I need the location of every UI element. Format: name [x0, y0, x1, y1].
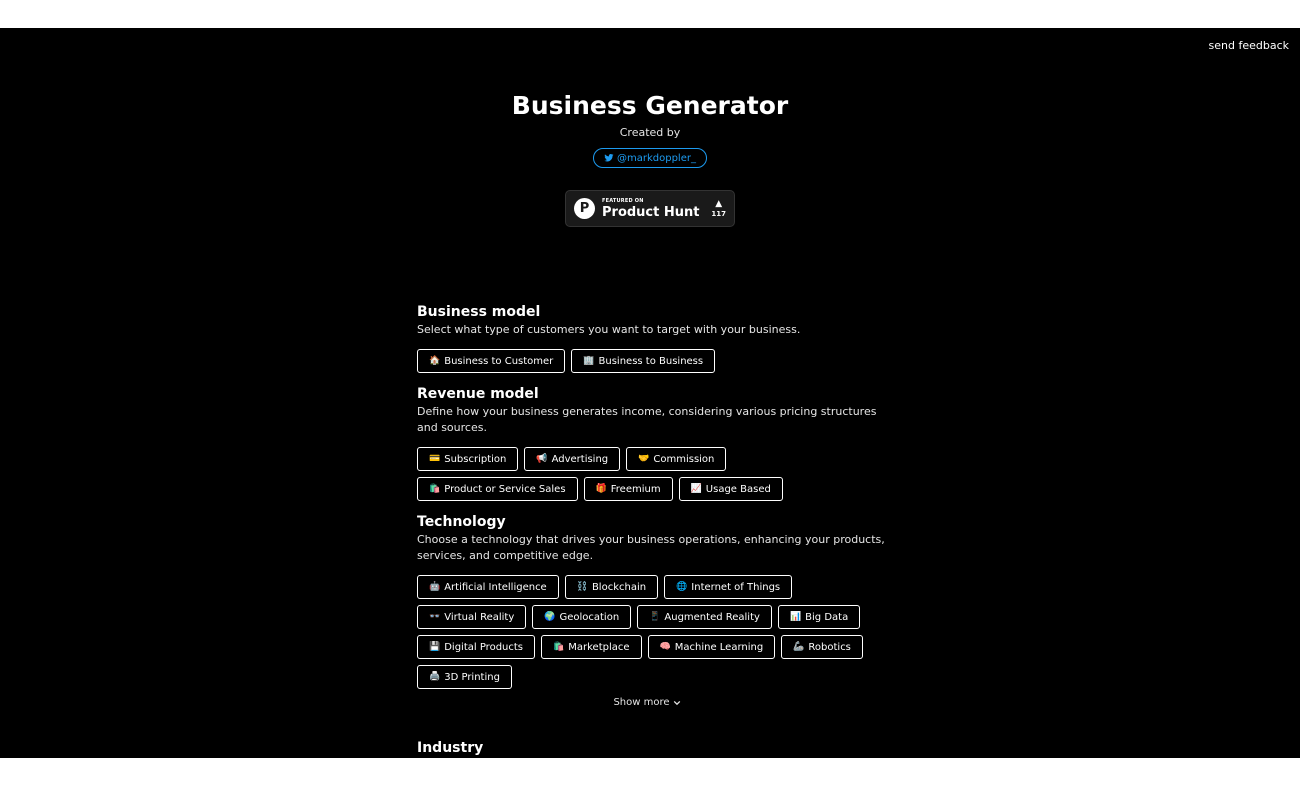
chevron-down-icon [673, 700, 680, 705]
option-chip-robotics[interactable]: 🦾 Robotics [781, 635, 863, 659]
options-form: Business model Select what type of custo… [417, 303, 887, 720]
option-label: Business to Business [598, 355, 704, 367]
option-chip-geolocation[interactable]: 🌍 Geolocation [532, 605, 632, 629]
option-chip-advertising[interactable]: 📢 Advertising [524, 447, 621, 471]
show-more-button[interactable]: Show more [407, 697, 887, 708]
product-hunt-featured-label: FEATURED ON [602, 197, 644, 204]
glasses-icon: 👓 [429, 612, 441, 622]
handshake-icon: 🤝 [638, 454, 650, 464]
brain-icon: 🧠 [659, 642, 671, 652]
twitter-link[interactable]: @markdoppler_ [593, 148, 707, 168]
megaphone-icon: 📢 [536, 454, 548, 464]
option-chip-commission[interactable]: 🤝 Commission [626, 447, 727, 471]
section-description: Choose a technology that drives your bus… [417, 533, 885, 562]
option-chip-business-to-customer[interactable]: 🏠 Business to Customer [417, 349, 566, 373]
created-by-label: Created by [619, 126, 681, 139]
option-chip-product-or-service-sales[interactable]: 🛍️ Product or Service Sales [417, 477, 578, 501]
option-label: Artificial Intelligence [444, 581, 547, 593]
product-hunt-text: FEATURED ON Product Hunt [602, 197, 700, 220]
globe-icon: 🌐 [676, 582, 688, 592]
option-chip-usage-based[interactable]: 📈 Usage Based [678, 477, 783, 501]
credit-card-icon: 💳 [429, 454, 441, 464]
option-chip-big-data[interactable]: 📊 Big Data [777, 605, 861, 629]
twitter-handle: @markdoppler_ [617, 152, 696, 164]
option-chip-internet-of-things[interactable]: 🌐 Internet of Things [664, 575, 793, 599]
option-label: Big Data [805, 611, 849, 623]
option-chip-machine-learning[interactable]: 🧠 Machine Learning [647, 635, 776, 659]
product-hunt-votes: ▲ 117 [711, 198, 726, 218]
app-root: send feedback Business Generator Created… [0, 28, 1300, 758]
technology-options: 🤖 Artificial Intelligence ⛓️ Blockchain 🌐 Int… [417, 575, 887, 689]
section-description: Select what type of customers you want t… [417, 323, 801, 336]
option-label: Geolocation [559, 611, 620, 623]
option-chip-marketplace[interactable]: 🛍️ Marketplace [541, 635, 642, 659]
vote-count: 117 [711, 209, 726, 218]
section-title: Revenue model [417, 386, 539, 402]
option-label: Marketplace [568, 641, 630, 653]
section-title: Technology [417, 514, 506, 530]
option-chip-3d-printing[interactable]: 🖨️ 3D Printing [417, 665, 512, 689]
option-label: Product or Service Sales [444, 483, 566, 495]
section-description: Define how your business generates incom… [417, 405, 877, 434]
robot-icon: 🤖 [429, 582, 441, 592]
floppy-disk-icon: 💾 [429, 642, 441, 652]
option-label: Blockchain [591, 581, 647, 593]
top-whitespace [0, 0, 1300, 28]
chart-up-icon: 📈 [690, 484, 702, 494]
bottom-whitespace [0, 758, 1300, 788]
option-label: Advertising [551, 453, 609, 465]
option-chip-subscription[interactable]: 💳 Subscription [417, 447, 519, 471]
revenue-model-options: 💳 Subscription 📢 Advertising 🤝 Commission 🛍️ Pr… [417, 447, 887, 501]
bar-chart-icon: 📊 [789, 612, 802, 622]
printer-icon: 🖨️ [429, 672, 441, 682]
upvote-triangle-icon: ▲ [715, 198, 723, 209]
option-chip-business-to-business[interactable]: 🏢 Business to Business [571, 349, 716, 373]
mechanical-arm-icon: 🦾 [793, 642, 805, 652]
option-chip-blockchain[interactable]: ⛓️ Blockchain [564, 575, 659, 599]
house-icon: 🏠 [429, 356, 441, 366]
option-label: Robotics [808, 641, 851, 653]
technology-section: Technology Choose a technology that driv… [417, 513, 887, 708]
option-label: Virtual Reality [444, 611, 515, 623]
option-label: 3D Printing [444, 671, 500, 683]
business-model-options: 🏠 Business to Customer 🏢 Business to Busine… [417, 349, 887, 373]
option-chip-digital-products[interactable]: 💾 Digital Products [417, 635, 536, 659]
option-label: Usage Based [705, 483, 771, 495]
product-hunt-logo-icon: P [574, 198, 595, 219]
section-title: Business model [417, 304, 541, 320]
option-label: Business to Customer [444, 355, 554, 367]
option-chip-virtual-reality[interactable]: 👓 Virtual Reality [417, 605, 527, 629]
option-label: Digital Products [444, 641, 524, 653]
send-feedback-link[interactable]: send feedback [1209, 39, 1289, 52]
chain-icon: ⛓️ [576, 582, 588, 592]
option-chip-augmented-reality[interactable]: 📱 Augmented Reality [637, 605, 772, 629]
revenue-model-section: Revenue model Define how your business g… [417, 385, 887, 501]
phone-icon: 📱 [649, 612, 661, 622]
industry-section-title: Industry [417, 740, 484, 756]
business-model-section: Business model Select what type of custo… [417, 303, 887, 373]
option-label: Internet of Things [691, 581, 781, 593]
option-label: Augmented Reality [664, 611, 760, 623]
option-label: Machine Learning [674, 641, 764, 653]
product-hunt-name: Product Hunt [602, 204, 700, 220]
option-chip-freemium[interactable]: 🎁 Freemium [583, 477, 673, 501]
product-hunt-badge[interactable]: P FEATURED ON Product Hunt ▲ 117 [565, 190, 735, 227]
option-chip-artificial-intelligence[interactable]: 🤖 Artificial Intelligence [417, 575, 559, 599]
shopping-bags-icon: 🛍️ [429, 484, 441, 494]
option-label: Freemium [610, 483, 661, 495]
show-more-label: Show more [613, 697, 670, 708]
page-title: Business Generator [511, 91, 789, 120]
option-label: Commission [653, 453, 715, 465]
office-building-icon: 🏢 [583, 356, 595, 366]
earth-icon: 🌍 [544, 612, 556, 622]
shopping-bags-icon: 🛍️ [553, 642, 565, 652]
page-header: Business Generator Created by @markdoppl… [0, 28, 1300, 227]
gift-icon: 🎁 [595, 484, 607, 494]
twitter-bird-icon [604, 154, 614, 162]
option-label: Subscription [444, 453, 507, 465]
